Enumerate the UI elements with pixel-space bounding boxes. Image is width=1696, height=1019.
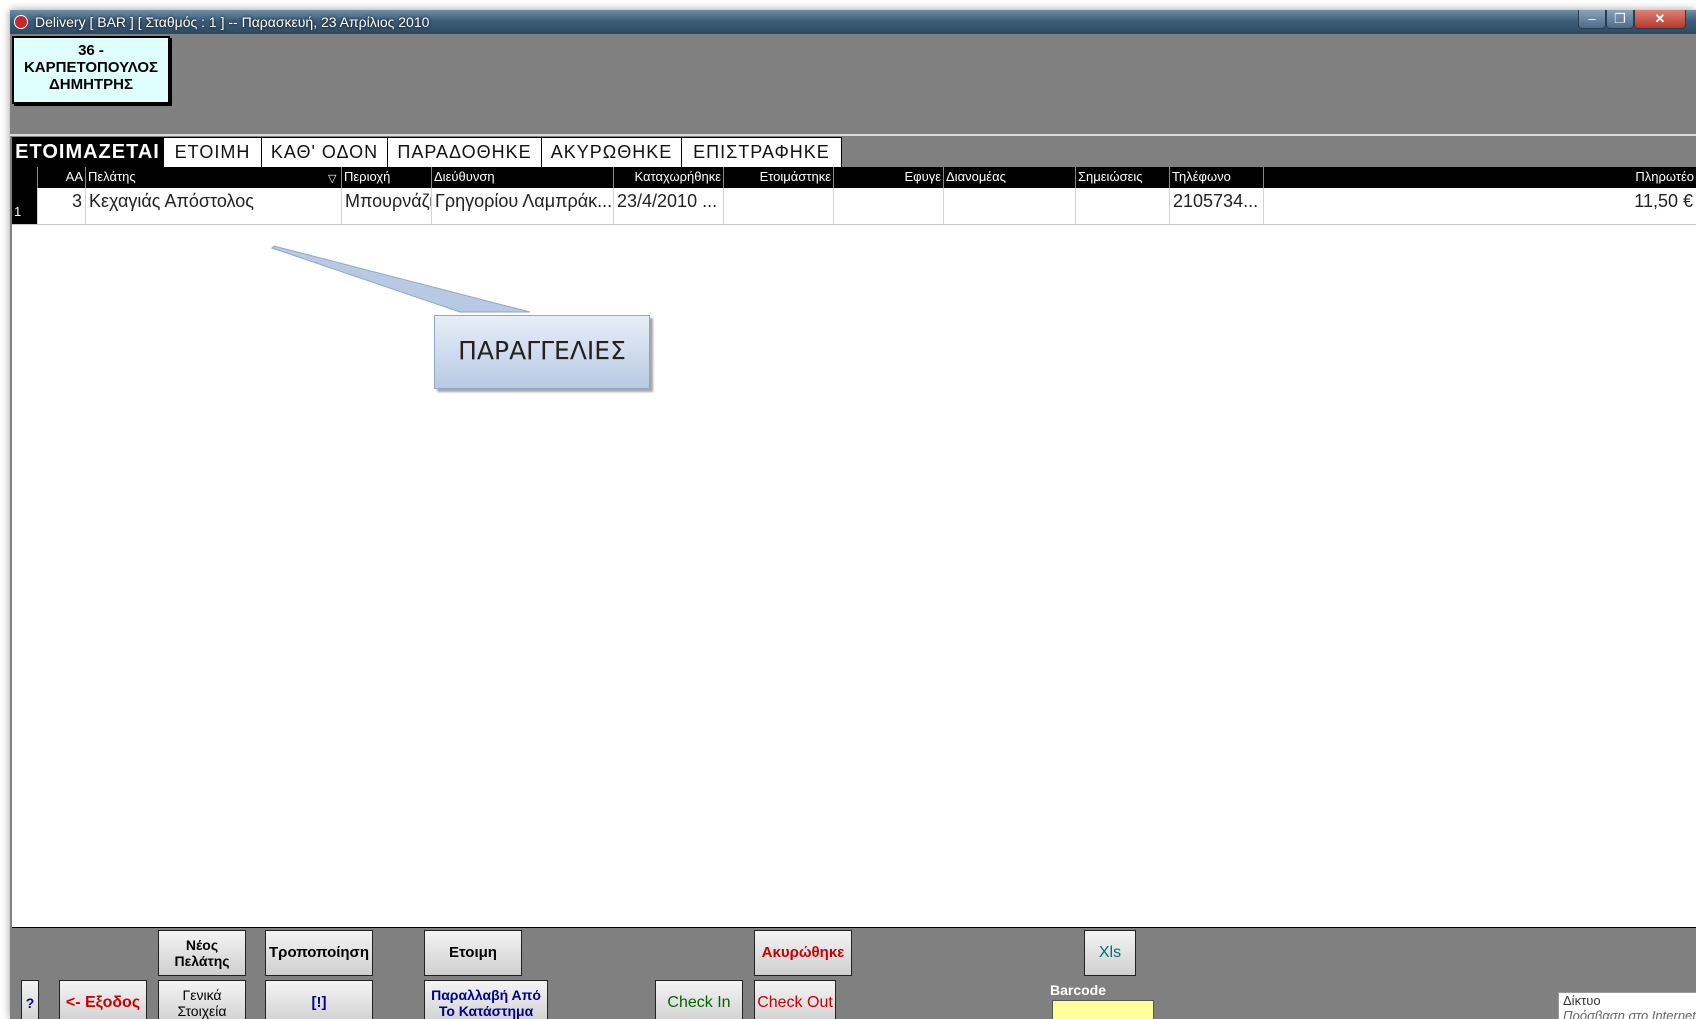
help-button[interactable]: ?	[21, 980, 39, 1019]
callout-pointer	[271, 245, 531, 313]
network-access: Πρόσβαση στο Internet	[1563, 1008, 1696, 1019]
modify-button[interactable]: Τροποποίηση	[265, 930, 373, 976]
general-info-button[interactable]: Γενικά Στοιχεία	[158, 980, 246, 1019]
exit-button[interactable]: <- Εξοδος	[59, 980, 147, 1019]
bottom-toolbar	[10, 928, 1696, 1019]
network-status[interactable]: Δίκτυο Πρόσβαση στο Internet	[1558, 992, 1696, 1019]
cancelled-button[interactable]: Ακυρώθηκε	[754, 930, 852, 976]
store-pickup-button[interactable]: Παραλλαβή Από Το Κατάστημα	[424, 980, 548, 1019]
network-title: Δίκτυο	[1563, 993, 1601, 1008]
barcode-label: Barcode	[1050, 982, 1107, 998]
barcode-input[interactable]	[1052, 1000, 1154, 1019]
orders-callout: ΠΑΡΑΓΓΕΛΙΕΣ	[434, 315, 650, 389]
check-in-button[interactable]: Check In	[655, 980, 743, 1019]
app-window: Delivery [ BAR ] [ Σταθμός : 1 ] -- Παρα…	[10, 10, 1696, 1019]
alert-button[interactable]: [!]	[265, 980, 373, 1019]
ready-button[interactable]: Ετοιμη	[424, 930, 522, 976]
check-out-button[interactable]: Check Out	[754, 980, 836, 1019]
export-xls-button[interactable]: Xls	[1084, 930, 1136, 976]
new-customer-button[interactable]: Νέος Πελάτης	[158, 930, 246, 976]
